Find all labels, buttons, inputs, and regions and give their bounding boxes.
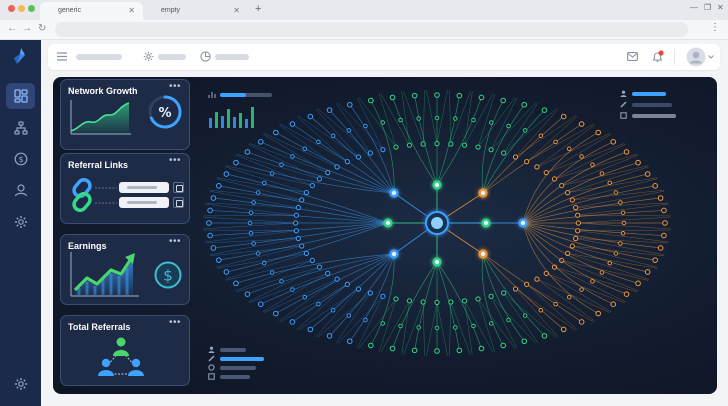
card-title: Total Referrals	[68, 322, 131, 332]
network-icon	[13, 121, 28, 135]
minimize-icon[interactable]: —	[690, 3, 698, 12]
dashboard-icon	[13, 89, 28, 103]
link-icon	[620, 101, 627, 108]
header-item-placeholder[interactable]	[215, 54, 249, 60]
navigation-bar: ← → ↻ ⋮	[0, 20, 728, 40]
dollar-icon: $	[154, 261, 182, 289]
more-options-icon[interactable]: •••	[169, 81, 181, 92]
chart-icon[interactable]	[200, 51, 211, 62]
card-title: Referral Links	[68, 160, 129, 170]
browser-window: generic ✕ empty ✕ + — ❐ ✕ ← → ↻ ⋮ $ Netw…	[0, 0, 728, 406]
percent-gauge-icon: %	[148, 95, 182, 129]
referral-link-field[interactable]	[119, 182, 169, 193]
sidebar-item-dashboard[interactable]	[6, 83, 35, 109]
browser-menu-icon[interactable]: ⋮	[710, 22, 720, 33]
group-icon	[98, 337, 144, 376]
reload-icon[interactable]: ↻	[38, 23, 46, 34]
header-title-placeholder	[76, 54, 122, 60]
tab-generic[interactable]: generic ✕	[40, 2, 143, 20]
header-divider	[674, 49, 675, 65]
card-referral-links[interactable]: Referral Links •••	[60, 153, 190, 224]
top-header	[48, 44, 720, 70]
mini-bar-chart	[209, 107, 254, 128]
user-icon	[620, 90, 627, 97]
tab-label: generic	[58, 7, 81, 14]
mail-icon[interactable]	[627, 52, 638, 61]
gear-icon[interactable]	[143, 51, 154, 62]
sidebar-item-settings[interactable]	[6, 209, 35, 235]
legend-bottom	[208, 346, 298, 386]
card-network-growth[interactable]: Network Growth ••• %	[60, 79, 190, 150]
link-icon	[208, 355, 215, 362]
area-chart-icon	[70, 100, 131, 135]
copy-icon[interactable]	[173, 182, 184, 193]
more-options-icon[interactable]: •••	[169, 155, 181, 166]
legend-row	[208, 373, 250, 380]
hamburger-icon[interactable]	[57, 52, 67, 61]
legend-row	[208, 355, 264, 362]
dollar-icon: $	[14, 152, 27, 166]
tab-strip: generic ✕ empty ✕ + — ❐ ✕	[0, 0, 728, 20]
header-item-placeholder[interactable]	[158, 54, 186, 60]
copy-icon	[208, 373, 215, 380]
user-icon	[14, 184, 27, 197]
legend-row	[208, 364, 256, 371]
referral-link-field[interactable]	[119, 197, 169, 208]
more-options-icon[interactable]: •••	[169, 317, 181, 328]
close-icon[interactable]: ✕	[128, 6, 135, 15]
more-options-icon[interactable]: •••	[169, 236, 181, 247]
svg-text:$: $	[18, 155, 23, 164]
close-icon[interactable]: ✕	[233, 6, 240, 15]
link-icon	[72, 178, 92, 212]
card-total-referrals[interactable]: Total Referrals •••	[60, 315, 190, 386]
card-title: Network Growth	[68, 86, 138, 96]
card-earnings[interactable]: Earnings ••• $	[60, 234, 190, 305]
bell-icon[interactable]	[651, 50, 664, 63]
copy-icon[interactable]	[173, 197, 184, 208]
address-bar[interactable]	[55, 22, 688, 37]
legend-row	[208, 346, 246, 353]
restore-icon[interactable]: ❐	[704, 3, 711, 12]
legend-top-right	[620, 90, 710, 130]
chevron-down-icon[interactable]	[708, 55, 714, 59]
svg-text:%: %	[158, 106, 171, 121]
bar-chart-icon	[208, 92, 216, 98]
square-icon	[620, 112, 627, 119]
tab-empty[interactable]: empty ✕	[143, 2, 248, 20]
notification-badge	[658, 50, 664, 56]
forward-icon[interactable]: →	[22, 23, 32, 34]
sidebar-item-earnings[interactable]: $	[6, 146, 35, 172]
avatar[interactable]	[686, 47, 706, 67]
close-icon[interactable]: ✕	[717, 3, 724, 12]
brand-logo-icon[interactable]	[11, 46, 31, 66]
settings-icon	[14, 216, 27, 228]
referral-network-panel: Network Growth ••• % Referral Links •••	[53, 77, 717, 394]
user-icon	[208, 346, 215, 353]
settings-icon	[14, 378, 27, 390]
connector-lines	[95, 187, 117, 204]
sidebar-item-profile[interactable]	[6, 177, 35, 203]
trend-up-icon	[70, 252, 139, 297]
legend-row	[620, 101, 672, 108]
sidebar: $	[0, 40, 41, 406]
minimize-window-dot[interactable]	[18, 5, 25, 12]
svg-text:$: $	[163, 267, 173, 285]
back-icon[interactable]: ←	[7, 23, 17, 34]
close-window-dot[interactable]	[8, 5, 15, 12]
plus-icon[interactable]: +	[255, 3, 261, 15]
legend-row	[620, 90, 666, 97]
refresh-icon	[208, 364, 215, 371]
tab-label: empty	[161, 7, 181, 14]
legend-row	[620, 112, 676, 119]
sidebar-item-bottom-settings[interactable]	[6, 371, 35, 397]
sidebar-item-network[interactable]	[6, 115, 35, 141]
zoom-window-dot[interactable]	[28, 5, 35, 12]
